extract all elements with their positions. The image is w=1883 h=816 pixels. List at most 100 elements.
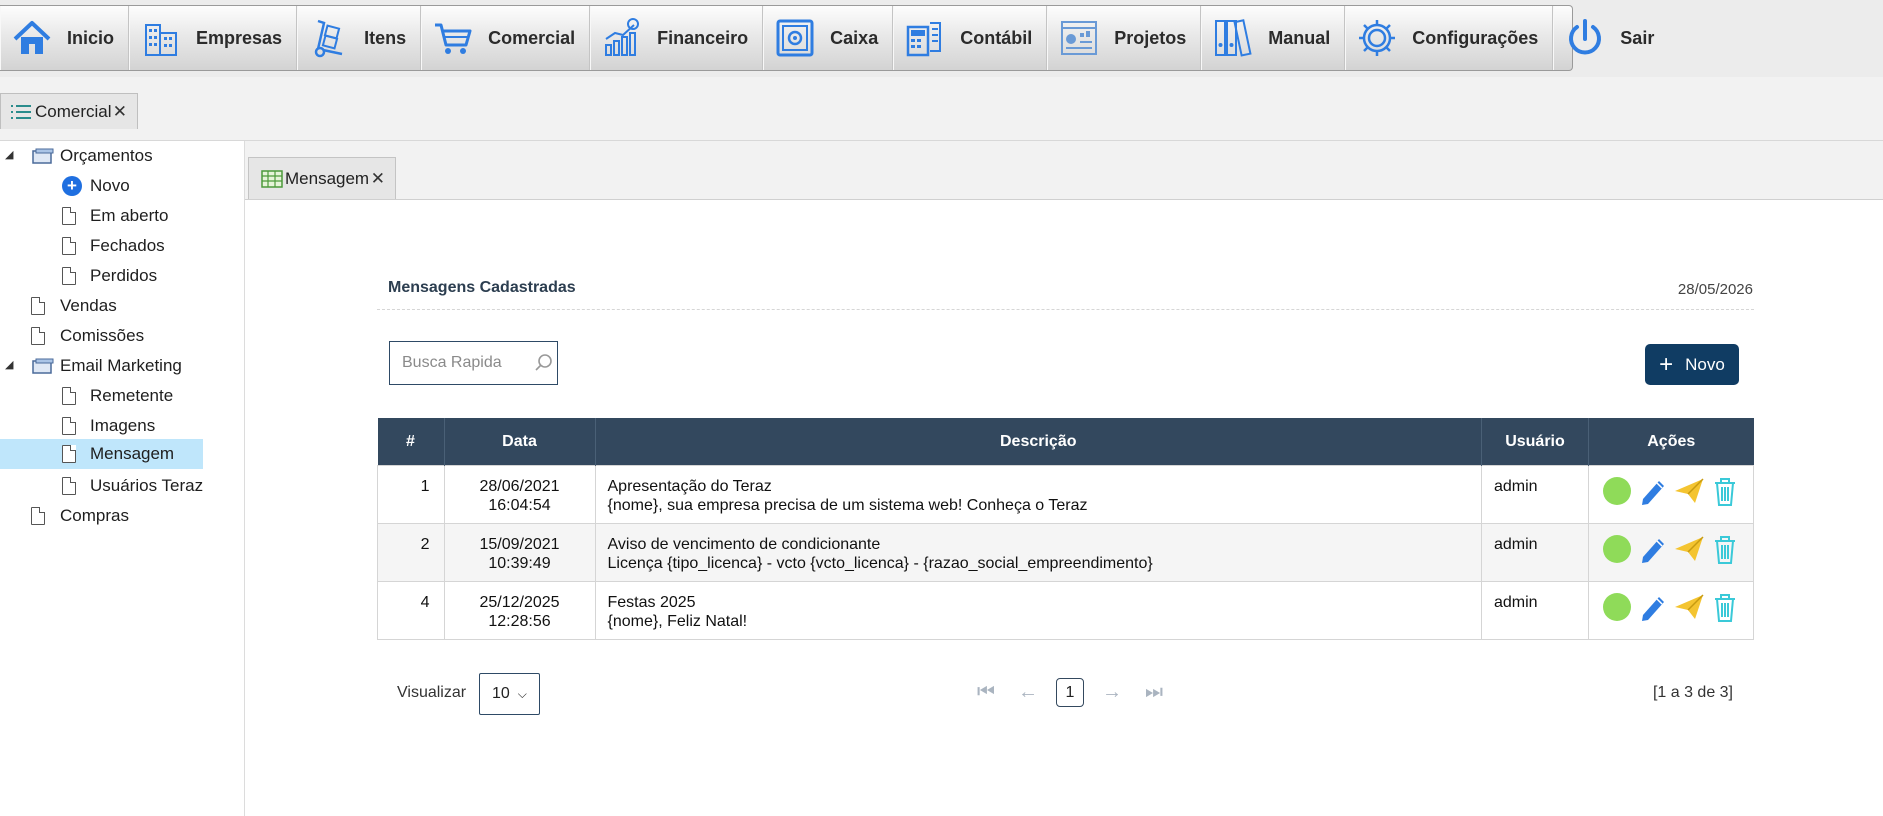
- cell-user: admin: [1481, 523, 1589, 582]
- send-plane-icon[interactable]: [1673, 591, 1705, 623]
- document-icon: [62, 267, 76, 285]
- menu-label: Inicio: [67, 27, 115, 48]
- new-button[interactable]: + Novo: [1645, 344, 1739, 385]
- description-text: Licença {tipo_licenca} - vcto {vcto_lice…: [607, 555, 1153, 572]
- trash-icon[interactable]: [1709, 533, 1741, 565]
- expand-caret-icon[interactable]: ◢: [5, 148, 13, 161]
- sidebar-item-email-marketing[interactable]: ◢ Email Marketing: [0, 352, 244, 380]
- cell-actions: [1588, 581, 1754, 640]
- trash-icon[interactable]: [1709, 591, 1741, 623]
- tab-mensagem[interactable]: Mensagem ✕: [248, 157, 396, 199]
- send-plane-icon[interactable]: [1673, 533, 1705, 565]
- menu-item-inicio[interactable]: Inicio: [0, 6, 130, 70]
- table-row[interactable]: 1 28/06/2021 16:04:54 Apresentação do Te…: [377, 465, 1754, 524]
- column-header-descricao[interactable]: Descrição: [595, 418, 1482, 466]
- document-icon: [31, 297, 45, 315]
- time-value: 10:39:49: [488, 555, 551, 572]
- status-active-icon[interactable]: [1601, 475, 1633, 507]
- module-tab-row: Comercial ✕: [0, 77, 1883, 141]
- document-icon: [62, 445, 76, 463]
- tab-comercial[interactable]: Comercial ✕: [0, 93, 138, 129]
- sidebar-item-orcamentos[interactable]: ◢ Orçamentos: [0, 142, 244, 170]
- menu-label: Comercial: [488, 27, 576, 48]
- current-page-button[interactable]: 1: [1056, 678, 1084, 707]
- cart-icon: [435, 23, 472, 54]
- menu-item-financeiro[interactable]: Financeiro: [590, 6, 764, 70]
- binders-icon: [1215, 19, 1252, 57]
- expand-caret-icon[interactable]: ◢: [5, 358, 13, 371]
- search-input[interactable]: [400, 353, 534, 373]
- page-size-label: Visualizar: [397, 684, 467, 701]
- sidebar-item-label: Mensagem: [90, 444, 175, 463]
- sidebar-item-vendas[interactable]: Vendas: [0, 292, 244, 320]
- next-page-icon[interactable]: →: [1098, 681, 1126, 704]
- cell-actions: [1588, 465, 1754, 524]
- sidebar-item-label: Email Marketing: [60, 356, 182, 375]
- last-page-icon[interactable]: ⏭: [1140, 681, 1168, 704]
- sidebar-item-perdidos[interactable]: Perdidos: [0, 262, 244, 290]
- cell-id: 4: [377, 581, 445, 640]
- sidebar-item-imagens[interactable]: Imagens: [0, 412, 244, 440]
- divider: [377, 309, 1754, 310]
- search-icon[interactable]: [534, 353, 554, 373]
- main-menu: Inicio Empresas Itens Comercial Financei…: [0, 5, 1654, 71]
- description-text: {nome}, sua empresa precisa de um sistem…: [607, 497, 1088, 514]
- sidebar-item-remetente[interactable]: Remetente: [0, 382, 244, 410]
- trash-icon[interactable]: [1709, 475, 1741, 507]
- menu-item-itens[interactable]: Itens: [297, 6, 422, 70]
- menu-item-manual[interactable]: Manual: [1201, 6, 1346, 70]
- status-active-icon[interactable]: [1601, 591, 1633, 623]
- buildings-icon: [145, 24, 178, 56]
- gear-icon: [1359, 20, 1396, 56]
- close-icon[interactable]: ✕: [371, 169, 385, 189]
- sidebar-item-label: Novo: [90, 176, 130, 195]
- cell-description: Aviso de vencimento de condicionante Lic…: [594, 523, 1482, 582]
- send-plane-icon[interactable]: [1673, 475, 1705, 507]
- dashboard-icon: [1061, 21, 1098, 55]
- sidebar-item-mensagem[interactable]: Mensagem: [0, 439, 203, 469]
- edit-pencil-icon[interactable]: [1637, 533, 1669, 565]
- menu-item-configuracoes[interactable]: Configurações: [1345, 6, 1554, 70]
- table-row[interactable]: 4 25/12/2025 12:28:56 Festas 2025 {nome}…: [377, 581, 1754, 640]
- sidebar-item-label: Vendas: [60, 296, 117, 315]
- edit-pencil-icon[interactable]: [1637, 591, 1669, 623]
- power-icon: [1569, 19, 1602, 55]
- menu-item-comercial[interactable]: Comercial: [421, 6, 591, 70]
- description-title: Apresentação do Teraz: [607, 478, 772, 495]
- sidebar-item-fechados[interactable]: Fechados: [0, 232, 244, 260]
- table-row[interactable]: 2 15/09/2021 10:39:49 Aviso de venciment…: [377, 523, 1754, 582]
- status-active-icon[interactable]: [1601, 533, 1633, 565]
- folder-icon: [32, 148, 54, 169]
- table-header-row: # Data Descrição Usuário Ações: [377, 418, 1754, 466]
- description-title: Aviso de vencimento de condicionante: [607, 536, 881, 553]
- cell-description: Apresentação do Teraz {nome}, sua empres…: [594, 465, 1482, 524]
- sidebar-item-novo[interactable]: + Novo: [0, 172, 244, 200]
- sidebar-item-em-aberto[interactable]: Em aberto: [0, 202, 244, 230]
- menu-label: Caixa: [830, 27, 879, 48]
- date-value: 28/06/2021: [479, 478, 560, 495]
- previous-page-icon[interactable]: ←: [1014, 681, 1042, 704]
- column-header-usuario[interactable]: Usuário: [1481, 418, 1589, 466]
- sidebar-item-usuarios-teraz[interactable]: Usuários Teraz: [0, 472, 244, 500]
- sidebar-item-compras[interactable]: Compras: [0, 502, 244, 530]
- column-header-data[interactable]: Data: [444, 418, 596, 466]
- page-size-value: 10: [492, 685, 510, 702]
- page-size-select[interactable]: 10 ⌵: [479, 673, 540, 715]
- content-tab-bar: Mensagem ✕: [245, 141, 1883, 200]
- panel-date: 28/05/2026: [1677, 281, 1753, 298]
- close-icon[interactable]: ✕: [113, 102, 127, 122]
- menu-item-contabil[interactable]: Contábil: [893, 6, 1048, 70]
- edit-pencil-icon[interactable]: [1637, 475, 1669, 507]
- menu-item-caixa[interactable]: Caixa: [763, 6, 894, 70]
- menu-item-empresas[interactable]: Empresas: [129, 6, 298, 70]
- menu-label: Contábil: [960, 27, 1033, 48]
- menu-item-sair[interactable]: Sair: [1553, 6, 1668, 70]
- safe-icon: [776, 19, 814, 57]
- column-header-id[interactable]: #: [377, 418, 445, 466]
- sidebar-item-label: Compras: [60, 506, 129, 525]
- first-page-icon[interactable]: ⏮: [972, 681, 1000, 704]
- menu-item-projetos[interactable]: Projetos: [1047, 6, 1202, 70]
- sidebar-item-comissoes[interactable]: Comissões: [0, 322, 244, 350]
- menu-label: Configurações: [1412, 27, 1539, 48]
- messages-table: # Data Descrição Usuário Ações 1 28/06/2…: [377, 418, 1754, 640]
